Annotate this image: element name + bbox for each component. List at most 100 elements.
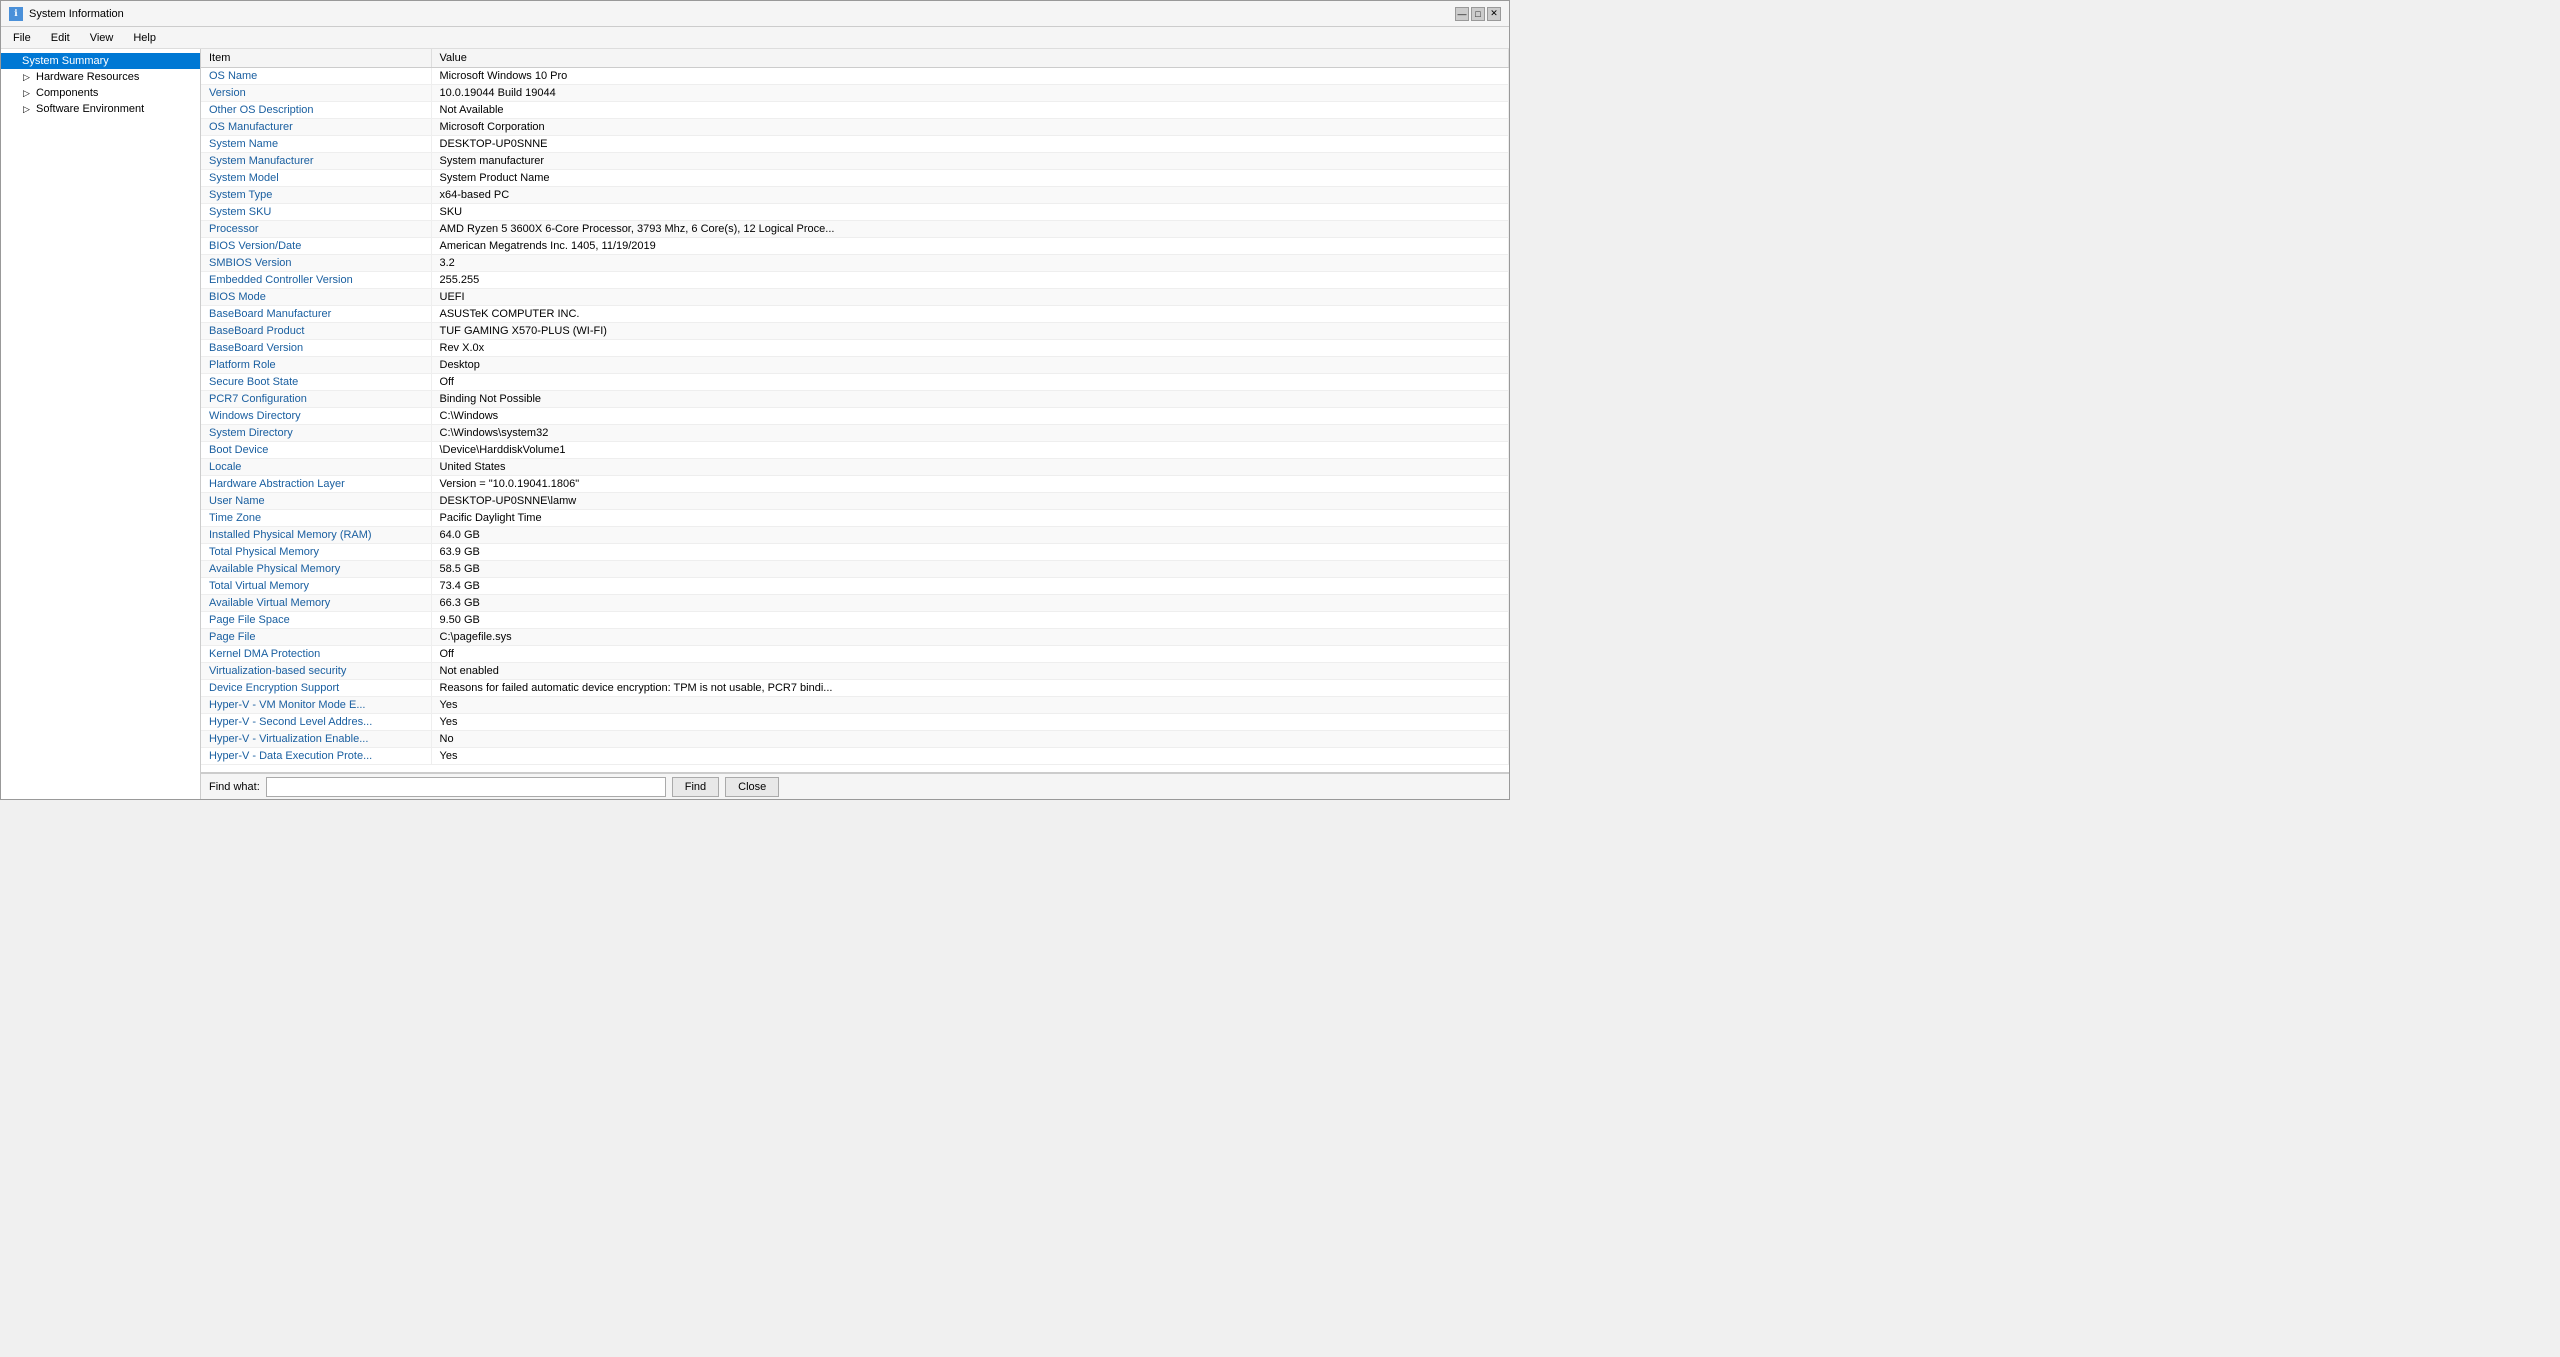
menu-bar: FileEditViewHelp bbox=[1, 27, 1509, 49]
close-button[interactable]: ✕ bbox=[1487, 7, 1501, 21]
table-cell-value: Rev X.0x bbox=[431, 340, 1509, 357]
table-cell-item: Total Virtual Memory bbox=[201, 578, 431, 595]
sidebar-item-label: Software Environment bbox=[36, 103, 144, 115]
table-row[interactable]: Hyper-V - Data Execution Prote...Yes bbox=[201, 748, 1509, 765]
table-row[interactable]: Available Physical Memory58.5 GB bbox=[201, 561, 1509, 578]
table-row[interactable]: ProcessorAMD Ryzen 5 3600X 6-Core Proces… bbox=[201, 221, 1509, 238]
table-cell-item: System Directory bbox=[201, 425, 431, 442]
table-row[interactable]: BaseBoard VersionRev X.0x bbox=[201, 340, 1509, 357]
sidebar-item-hardware-resources[interactable]: ▷Hardware Resources bbox=[1, 69, 200, 85]
title-bar-left: ℹ System Information bbox=[9, 7, 124, 21]
table-row[interactable]: Secure Boot StateOff bbox=[201, 374, 1509, 391]
menu-item-help[interactable]: Help bbox=[125, 30, 164, 46]
title-bar: ℹ System Information — □ ✕ bbox=[1, 1, 1509, 27]
sidebar-item-components[interactable]: ▷Components bbox=[1, 85, 200, 101]
sidebar-item-label: System Summary bbox=[22, 55, 109, 67]
table-cell-value: Yes bbox=[431, 714, 1509, 731]
table-cell-item: Version bbox=[201, 85, 431, 102]
table-cell-item: PCR7 Configuration bbox=[201, 391, 431, 408]
table-cell-value: United States bbox=[431, 459, 1509, 476]
left-panel: System Summary▷Hardware Resources▷Compon… bbox=[1, 49, 201, 799]
table-row[interactable]: Embedded Controller Version255.255 bbox=[201, 272, 1509, 289]
table-cell-item: Other OS Description bbox=[201, 102, 431, 119]
expander-icon[interactable]: ▷ bbox=[23, 72, 33, 83]
table-row[interactable]: Hyper-V - VM Monitor Mode E...Yes bbox=[201, 697, 1509, 714]
close-find-button[interactable]: Close bbox=[725, 777, 779, 797]
table-row[interactable]: Page File Space9.50 GB bbox=[201, 612, 1509, 629]
minimize-button[interactable]: — bbox=[1455, 7, 1469, 21]
table-row[interactable]: Available Virtual Memory66.3 GB bbox=[201, 595, 1509, 612]
table-row[interactable]: Total Physical Memory63.9 GB bbox=[201, 544, 1509, 561]
table-row[interactable]: Page FileC:\pagefile.sys bbox=[201, 629, 1509, 646]
table-row[interactable]: OS ManufacturerMicrosoft Corporation bbox=[201, 119, 1509, 136]
table-cell-value: DESKTOP-UP0SNNE bbox=[431, 136, 1509, 153]
table-row[interactable]: Installed Physical Memory (RAM)64.0 GB bbox=[201, 527, 1509, 544]
expander-icon[interactable]: ▷ bbox=[23, 88, 33, 99]
info-table: Item Value OS NameMicrosoft Windows 10 P… bbox=[201, 49, 1509, 765]
expander-icon[interactable]: ▷ bbox=[23, 104, 33, 115]
table-cell-item: Available Virtual Memory bbox=[201, 595, 431, 612]
table-row[interactable]: System Typex64-based PC bbox=[201, 187, 1509, 204]
table-row[interactable]: System NameDESKTOP-UP0SNNE bbox=[201, 136, 1509, 153]
table-cell-value: C:\Windows bbox=[431, 408, 1509, 425]
table-row[interactable]: LocaleUnited States bbox=[201, 459, 1509, 476]
table-row[interactable]: BIOS ModeUEFI bbox=[201, 289, 1509, 306]
table-cell-value: C:\Windows\system32 bbox=[431, 425, 1509, 442]
table-cell-value: \Device\HarddiskVolume1 bbox=[431, 442, 1509, 459]
table-cell-item: Page File Space bbox=[201, 612, 431, 629]
table-row[interactable]: BIOS Version/DateAmerican Megatrends Inc… bbox=[201, 238, 1509, 255]
table-cell-value: 64.0 GB bbox=[431, 527, 1509, 544]
table-row[interactable]: System SKUSKU bbox=[201, 204, 1509, 221]
table-row[interactable]: Other OS DescriptionNot Available bbox=[201, 102, 1509, 119]
table-row[interactable]: Hardware Abstraction LayerVersion = "10.… bbox=[201, 476, 1509, 493]
table-cell-item: BIOS Version/Date bbox=[201, 238, 431, 255]
table-row[interactable]: Kernel DMA ProtectionOff bbox=[201, 646, 1509, 663]
table-cell-item: System Type bbox=[201, 187, 431, 204]
table-cell-item: Available Physical Memory bbox=[201, 561, 431, 578]
table-row[interactable]: Total Virtual Memory73.4 GB bbox=[201, 578, 1509, 595]
table-row[interactable]: SMBIOS Version3.2 bbox=[201, 255, 1509, 272]
table-row[interactable]: Platform RoleDesktop bbox=[201, 357, 1509, 374]
table-row[interactable]: Virtualization-based securityNot enabled bbox=[201, 663, 1509, 680]
table-row[interactable]: Boot Device\Device\HarddiskVolume1 bbox=[201, 442, 1509, 459]
table-row[interactable]: Windows DirectoryC:\Windows bbox=[201, 408, 1509, 425]
menu-item-edit[interactable]: Edit bbox=[43, 30, 78, 46]
table-row[interactable]: System ModelSystem Product Name bbox=[201, 170, 1509, 187]
table-row[interactable]: Hyper-V - Second Level Addres...Yes bbox=[201, 714, 1509, 731]
table-cell-value: Version = "10.0.19041.1806" bbox=[431, 476, 1509, 493]
table-cell-value: Not enabled bbox=[431, 663, 1509, 680]
table-cell-item: Embedded Controller Version bbox=[201, 272, 431, 289]
sidebar-item-label: Components bbox=[36, 87, 98, 99]
table-cell-item: Platform Role bbox=[201, 357, 431, 374]
table-cell-value: Pacific Daylight Time bbox=[431, 510, 1509, 527]
table-row[interactable]: Hyper-V - Virtualization Enable...No bbox=[201, 731, 1509, 748]
table-row[interactable]: BaseBoard ManufacturerASUSTeK COMPUTER I… bbox=[201, 306, 1509, 323]
table-cell-item: System Model bbox=[201, 170, 431, 187]
table-cell-value: 58.5 GB bbox=[431, 561, 1509, 578]
sidebar-item-system-summary[interactable]: System Summary bbox=[1, 53, 200, 69]
table-cell-value: Binding Not Possible bbox=[431, 391, 1509, 408]
table-cell-item: System Name bbox=[201, 136, 431, 153]
table-row[interactable]: User NameDESKTOP-UP0SNNE\lamw bbox=[201, 493, 1509, 510]
table-row[interactable]: PCR7 ConfigurationBinding Not Possible bbox=[201, 391, 1509, 408]
table-row[interactable]: System DirectoryC:\Windows\system32 bbox=[201, 425, 1509, 442]
table-row[interactable]: Version10.0.19044 Build 19044 bbox=[201, 85, 1509, 102]
maximize-button[interactable]: □ bbox=[1471, 7, 1485, 21]
find-input[interactable] bbox=[266, 777, 666, 797]
col-header-item: Item bbox=[201, 49, 431, 68]
app-icon: ℹ bbox=[9, 7, 23, 21]
sidebar-item-software-environment[interactable]: ▷Software Environment bbox=[1, 101, 200, 117]
table-cell-item: Secure Boot State bbox=[201, 374, 431, 391]
table-cell-value: Microsoft Windows 10 Pro bbox=[431, 68, 1509, 85]
table-row[interactable]: Device Encryption SupportReasons for fai… bbox=[201, 680, 1509, 697]
menu-item-view[interactable]: View bbox=[82, 30, 122, 46]
table-row[interactable]: Time ZonePacific Daylight Time bbox=[201, 510, 1509, 527]
window-title: System Information bbox=[29, 8, 124, 20]
table-cell-item: User Name bbox=[201, 493, 431, 510]
table-row[interactable]: OS NameMicrosoft Windows 10 Pro bbox=[201, 68, 1509, 85]
table-cell-item: Hyper-V - Virtualization Enable... bbox=[201, 731, 431, 748]
table-row[interactable]: System ManufacturerSystem manufacturer bbox=[201, 153, 1509, 170]
table-row[interactable]: BaseBoard ProductTUF GAMING X570-PLUS (W… bbox=[201, 323, 1509, 340]
menu-item-file[interactable]: File bbox=[5, 30, 39, 46]
find-button[interactable]: Find bbox=[672, 777, 719, 797]
